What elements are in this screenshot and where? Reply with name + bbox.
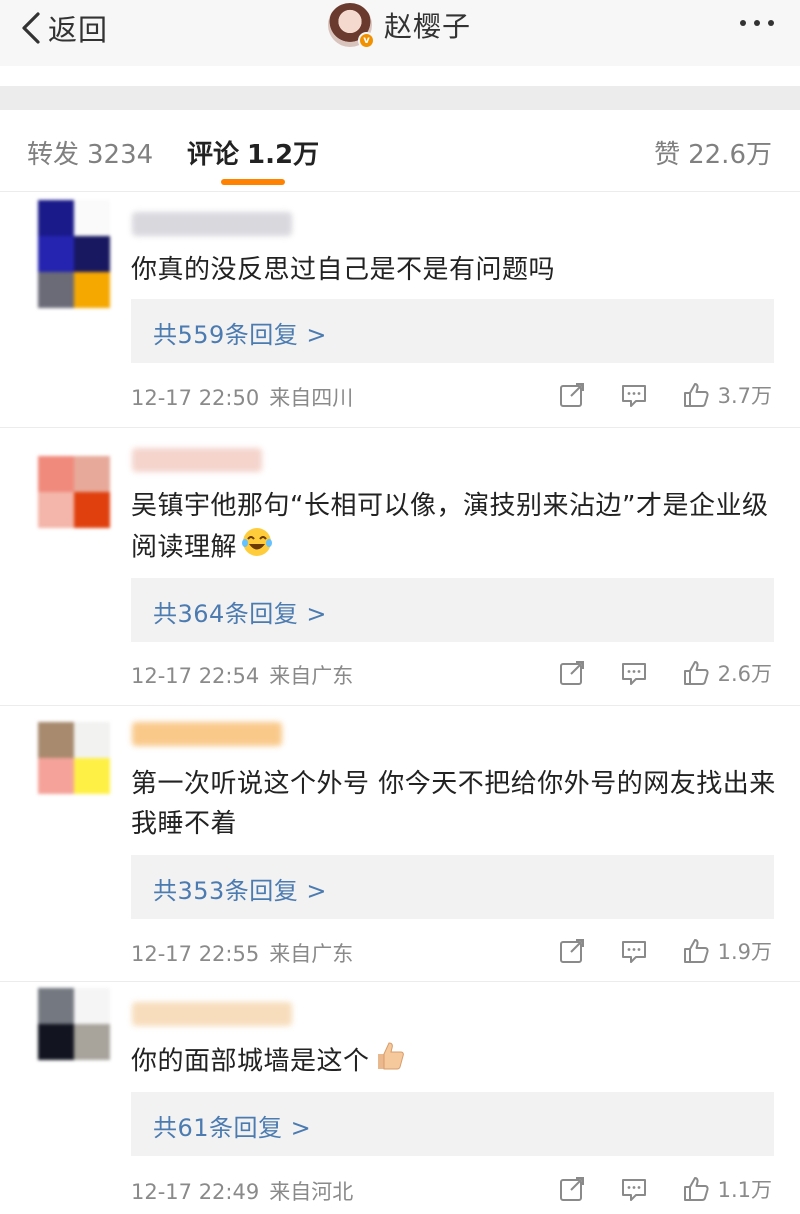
comment-actions: 1.1万: [558, 1174, 772, 1204]
laughing-tears-emoji-icon: [241, 526, 273, 570]
thumbs-up-icon: [683, 1177, 709, 1201]
comment-item: 第一次听说这个外号 你今天不把给你外号的网友找出来 我睡不着 共353条回复 >…: [0, 706, 800, 982]
like-button[interactable]: 1.1万: [682, 1174, 772, 1204]
view-replies-button[interactable]: 共61条回复 >: [131, 1092, 774, 1156]
comment-time: 12-17 22:50: [131, 386, 260, 410]
comment-location: 来自广东: [269, 942, 354, 966]
tab-like[interactable]: 赞 22.6万: [654, 134, 772, 171]
view-replies-button[interactable]: 共559条回复 >: [131, 299, 774, 363]
top-nav-bar: 返回 v 赵樱子: [0, 0, 800, 66]
profile-header[interactable]: v 赵樱子: [328, 3, 471, 49]
divider: [0, 66, 800, 86]
comment-meta: 12-17 22:55 来自广东: [131, 938, 353, 968]
share-icon: [559, 383, 584, 407]
comment-time: 12-17 22:55: [131, 942, 260, 966]
tab-comment-count: 1.2万: [247, 140, 320, 170]
avatar[interactable]: [38, 722, 110, 827]
tab-repost-count: 3234: [87, 140, 154, 170]
comment-meta: 12-17 22:54 来自广东: [131, 660, 353, 690]
share-icon: [559, 1177, 584, 1201]
like-button[interactable]: 2.6万: [682, 658, 772, 688]
share-icon: [559, 661, 584, 685]
like-count: 3.7万: [717, 384, 772, 408]
reply-button[interactable]: [620, 937, 648, 965]
comment-item: 吴镇宇他那句“长相可以像，演技别来沾边”才是企业级阅读理解 共364条回复 > …: [0, 428, 800, 706]
tab-like-label: 赞: [654, 140, 681, 170]
reply-button[interactable]: [620, 381, 648, 409]
like-button[interactable]: 1.9万: [682, 936, 772, 966]
comment-meta: 12-17 22:50 来自四川: [131, 382, 353, 412]
replies-count-label: 共61条回复 >: [153, 1114, 312, 1142]
profile-name[interactable]: 赵樱子: [384, 5, 471, 45]
username-blurred[interactable]: [132, 448, 262, 472]
comment-bubble-icon: [621, 1179, 646, 1201]
replies-count-label: 共364条回复 >: [153, 600, 328, 628]
share-button[interactable]: [558, 1175, 586, 1203]
avatar[interactable]: [38, 200, 110, 308]
comment-time: 12-17 22:54: [131, 664, 260, 688]
verified-badge-icon: v: [358, 32, 375, 49]
avatar[interactable]: [38, 456, 110, 561]
section-separator: [0, 86, 800, 110]
share-button[interactable]: [558, 381, 586, 409]
reply-button[interactable]: [620, 1175, 648, 1203]
share-icon: [559, 939, 584, 963]
comment-location: 来自广东: [269, 664, 354, 688]
comment-text: 你的面部城墙是这个: [131, 1040, 776, 1084]
thumbs-up-icon: [683, 939, 709, 963]
comment-time: 12-17 22:49: [131, 1180, 260, 1204]
more-dots-icon[interactable]: [740, 20, 774, 26]
share-button[interactable]: [558, 659, 586, 687]
comment-text: 你真的没反思过自己是不是有问题吗: [131, 255, 556, 285]
comment-location: 来自河北: [269, 1180, 354, 1204]
comment-bubble-icon: [621, 385, 646, 407]
comment-text: 第一次听说这个外号 你今天不把给你外号的网友找出来 我睡不着: [131, 769, 776, 839]
tab-comment[interactable]: 评论 1.2万: [187, 134, 319, 171]
like-count: 1.1万: [717, 1178, 772, 1202]
tab-like-count: 22.6万: [688, 140, 772, 170]
view-replies-button[interactable]: 共353条回复 >: [131, 855, 774, 919]
comment-location: 来自四川: [269, 386, 354, 410]
comment-bubble-icon: [621, 941, 646, 963]
comment-actions: 1.9万: [558, 936, 772, 966]
share-button[interactable]: [558, 937, 586, 965]
thumbs-up-icon: [683, 661, 709, 685]
comment-item: 你真的没反思过自己是不是有问题吗 共559条回复 > 12-17 22:50 来自…: [0, 192, 800, 428]
comment-meta: 12-17 22:49 来自河北: [131, 1176, 353, 1206]
tab-repost[interactable]: 转发 3234: [27, 134, 153, 171]
tab-bar: 转发 3234 评论 1.2万 赞 22.6万: [0, 110, 800, 192]
replies-count-label: 共559条回复 >: [153, 321, 328, 349]
back-button[interactable]: 返回: [20, 8, 108, 48]
like-button[interactable]: 3.7万: [682, 380, 772, 410]
thumbs-up-icon: [683, 383, 709, 407]
comment-text-content: 吴镇宇他那句“长相可以像，演技别来沾边”才是企业级阅读理解: [131, 491, 769, 563]
like-count: 2.6万: [717, 662, 772, 686]
chevron-left-icon: [22, 12, 40, 44]
tab-repost-label: 转发: [27, 140, 80, 170]
avatar[interactable]: v: [328, 3, 375, 49]
like-count: 1.9万: [717, 940, 772, 964]
view-replies-button[interactable]: 共364条回复 >: [131, 578, 774, 642]
reply-button[interactable]: [620, 659, 648, 687]
comment-text: 吴镇宇他那句“长相可以像，演技别来沾边”才是企业级阅读理解: [131, 486, 776, 570]
active-tab-indicator: [221, 179, 285, 185]
username-blurred[interactable]: [132, 1002, 292, 1026]
username-blurred[interactable]: [132, 722, 282, 746]
tab-comment-label: 评论: [187, 140, 240, 170]
comment-item: 你的面部城墙是这个 共61条回复 > 12-17 22:49 来自河北 1.1万: [0, 982, 800, 1214]
back-label: 返回: [48, 13, 109, 47]
comment-actions: 2.6万: [558, 658, 772, 688]
comment-bubble-icon: [621, 663, 646, 685]
thumbs-up-emoji-icon: [374, 1040, 406, 1084]
comment-text-content: 你的面部城墙是这个: [131, 1046, 370, 1077]
username-blurred[interactable]: [132, 212, 292, 236]
replies-count-label: 共353条回复 >: [153, 877, 328, 905]
avatar[interactable]: [38, 988, 110, 1093]
comment-actions: 3.7万: [558, 380, 772, 410]
